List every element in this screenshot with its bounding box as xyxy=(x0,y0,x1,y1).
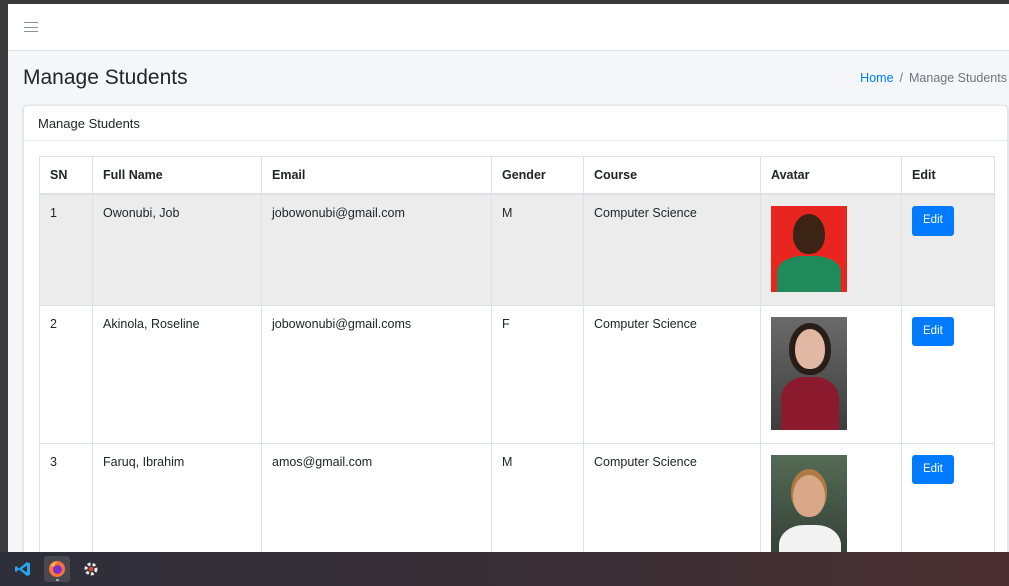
cell-sn: 2 xyxy=(39,304,93,444)
cell-avatar xyxy=(760,193,902,306)
cell-course: Computer Science xyxy=(583,193,761,306)
cell-avatar xyxy=(760,304,902,444)
breadcrumb-current: Manage Students xyxy=(909,71,1007,85)
students-table: SN Full Name Email Gender Course Avatar … xyxy=(39,156,995,552)
cell-gender: F xyxy=(491,304,584,444)
cell-email: jobowonubi@gmail.coms xyxy=(261,304,492,444)
avatar-photo-job xyxy=(771,206,847,292)
cell-gender: M xyxy=(491,193,584,306)
column-header-edit[interactable]: Edit xyxy=(901,156,995,195)
avatar-photo-roseline xyxy=(771,316,847,430)
column-header-full-name[interactable]: Full Name xyxy=(92,156,262,195)
column-header-sn[interactable]: SN xyxy=(39,156,93,195)
edit-button[interactable]: Edit xyxy=(912,316,954,346)
column-header-email[interactable]: Email xyxy=(261,156,492,195)
cell-edit: Edit xyxy=(901,193,995,306)
table-row: 3 Faruq, Ibrahim amos@gmail.com M Comput… xyxy=(39,442,995,552)
active-indicator xyxy=(56,579,59,581)
cell-sn: 3 xyxy=(39,442,93,552)
os-taskbar xyxy=(0,552,1009,586)
settings-gear-icon[interactable] xyxy=(78,556,104,582)
column-header-gender[interactable]: Gender xyxy=(491,156,584,195)
table-header-row: SN Full Name Email Gender Course Avatar … xyxy=(39,156,995,195)
cell-sn: 1 xyxy=(39,193,93,306)
vscode-icon[interactable] xyxy=(10,556,36,582)
cell-full-name: Faruq, Ibrahim xyxy=(92,442,262,552)
hamburger-icon[interactable] xyxy=(24,22,38,32)
edit-button[interactable]: Edit xyxy=(912,206,954,236)
top-navbar xyxy=(8,4,1009,51)
cell-full-name: Akinola, Roseline xyxy=(92,304,262,444)
column-header-course[interactable]: Course xyxy=(583,156,761,195)
column-header-avatar[interactable]: Avatar xyxy=(760,156,902,195)
cell-full-name: Owonubi, Job xyxy=(92,193,262,306)
card-title: Manage Students xyxy=(24,106,1007,141)
card-body: SN Full Name Email Gender Course Avatar … xyxy=(24,141,1007,552)
cell-edit: Edit xyxy=(901,442,995,552)
edit-button[interactable]: Edit xyxy=(912,454,954,484)
cell-email: amos@gmail.com xyxy=(261,442,492,552)
cell-edit: Edit xyxy=(901,304,995,444)
table-row: 2 Akinola, Roseline jobowonubi@gmail.com… xyxy=(39,304,995,444)
firefox-icon[interactable] xyxy=(44,556,70,582)
cell-avatar xyxy=(760,442,902,552)
app-window: Manage Students Home / Manage Students M… xyxy=(8,4,1009,552)
breadcrumb-separator: / xyxy=(899,71,903,85)
content-header: Manage Students Home / Manage Students xyxy=(8,51,1009,105)
window-left-edge xyxy=(0,0,8,586)
breadcrumb: Home / Manage Students xyxy=(860,71,1009,85)
avatar-photo-ibrahim xyxy=(771,454,847,552)
breadcrumb-home-link[interactable]: Home xyxy=(860,71,893,85)
cell-email: jobowonubi@gmail.com xyxy=(261,193,492,306)
page-title: Manage Students xyxy=(23,66,188,89)
cell-course: Computer Science xyxy=(583,304,761,444)
cell-course: Computer Science xyxy=(583,442,761,552)
cell-gender: M xyxy=(491,442,584,552)
table-row: 1 Owonubi, Job jobowonubi@gmail.com M Co… xyxy=(39,193,995,306)
students-card: Manage Students SN Full Name Email Gende… xyxy=(23,105,1008,552)
